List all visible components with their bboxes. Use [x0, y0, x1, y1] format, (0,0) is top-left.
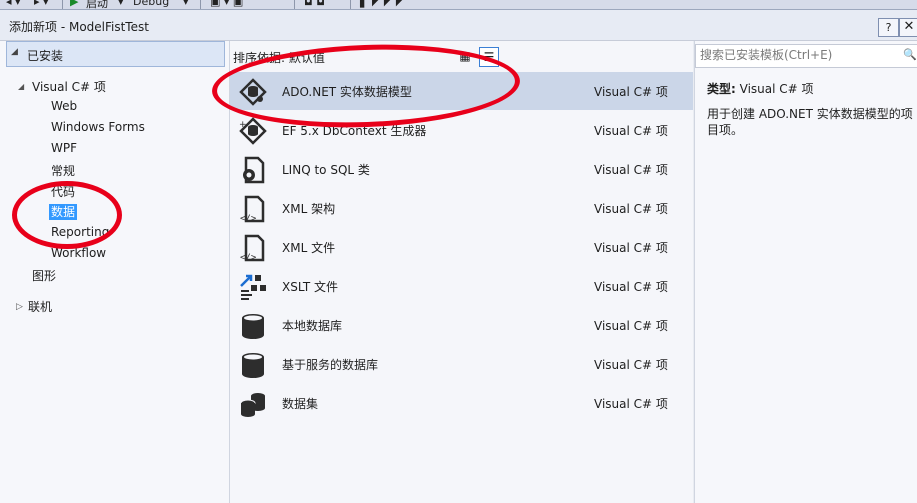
template-language: Visual C# 项: [594, 397, 668, 411]
collapse-arrow-icon[interactable]: ◢: [11, 47, 18, 57]
template-name: XSLT 文件: [282, 280, 339, 294]
template-description: 用于创建 ADO.NET 实体数据模型的项目项。: [707, 107, 913, 137]
template-name: 数据集: [282, 397, 319, 411]
grid-view-icon[interactable]: ▦: [456, 47, 474, 65]
back-icon[interactable]: ◂ ▾: [6, 0, 21, 8]
details-pane: 🔍 类型: Visual C# 项 用于创建 ADO.NET 实体数据模型的项目…: [694, 41, 917, 503]
dropdown-arrow-icon[interactable]: ▾: [183, 0, 189, 8]
tree-item-general[interactable]: 常规: [51, 162, 75, 179]
template-language: Visual C# 项: [594, 358, 668, 372]
forward-icon[interactable]: ▸ ▾: [34, 0, 49, 8]
template-name: 基于服务的数据库: [282, 358, 379, 372]
template-name: EF 5.x DbContext 生成器: [282, 124, 427, 138]
toolbar-separator: [62, 0, 63, 9]
xslt-file-icon: [240, 274, 266, 300]
type-value: Visual C# 项: [739, 82, 814, 96]
template-row[interactable]: + EF 5.x DbContext 生成器 Visual C# 项: [230, 111, 693, 149]
toolbar-separator: [350, 0, 351, 9]
tree-item-installed[interactable]: ◢ 已安装: [6, 41, 225, 67]
template-language: Visual C# 项: [594, 280, 668, 294]
toolbar-tool-icon[interactable]: ▣ ▾ ▣: [210, 0, 243, 8]
template-row[interactable]: 本地数据库 Visual C# 项: [230, 306, 693, 344]
dialog-title: 添加新项 - ModelFistTest: [9, 20, 149, 34]
dropdown-arrow-icon[interactable]: ▾: [118, 0, 124, 8]
tree-item-web[interactable]: Web: [51, 99, 77, 113]
sort-bar: 排序依据: 默认值 ▦ ☰: [230, 41, 693, 71]
toolbar-tool-icon[interactable]: ▌ ◤ ◤ ◤: [360, 0, 404, 8]
toolbar-tool-icon[interactable]: ◘ ◘: [304, 0, 325, 8]
toolbar-separator: [294, 0, 295, 9]
template-language: Visual C# 项: [594, 319, 668, 333]
tree-item-code[interactable]: 代码: [51, 183, 75, 200]
xml-file-icon: </>: [240, 234, 265, 263]
svg-text:</>: </>: [240, 253, 257, 263]
search-input[interactable]: [696, 45, 904, 65]
tree-item-reporting[interactable]: Reporting: [51, 225, 109, 239]
list-view-icon[interactable]: ☰: [479, 47, 499, 67]
search-icon[interactable]: 🔍: [903, 48, 917, 61]
template-name: ADO.NET 实体数据模型: [282, 85, 412, 99]
toolbar-separator: [200, 0, 201, 9]
type-label: 类型:: [707, 82, 736, 96]
entity-model-icon: [239, 78, 267, 106]
template-row[interactable]: LINQ to SQL 类 Visual C# 项: [230, 150, 693, 188]
tree-item-label: 已安装: [27, 49, 64, 63]
tree-item-workflow[interactable]: Workflow: [51, 246, 106, 260]
template-row[interactable]: </> XML 文件 Visual C# 项: [230, 228, 693, 266]
template-name: XML 架构: [282, 202, 336, 216]
template-language: Visual C# 项: [594, 124, 668, 138]
sort-dropdown[interactable]: 排序依据: 默认值: [233, 49, 325, 66]
service-database-icon: [242, 353, 264, 378]
tree-item-visual-csharp[interactable]: Visual C# 项: [32, 78, 106, 95]
expand-arrow-icon[interactable]: ▷: [16, 302, 23, 312]
help-button[interactable]: ?: [878, 18, 899, 37]
template-name: XML 文件: [282, 241, 336, 255]
local-database-icon: [242, 314, 264, 339]
template-name: LINQ to SQL 类: [282, 163, 370, 177]
dialog-titlebar: 添加新项 - ModelFistTest ? ✕: [0, 10, 917, 41]
ide-toolbar: ◂ ▾ ▸ ▾ ▶ 启动 ▾ Debug ▾ ▣ ▾ ▣ ◘ ◘ ▌ ◤ ◤ ◤: [0, 0, 917, 10]
play-icon[interactable]: ▶: [70, 0, 78, 8]
config-dropdown[interactable]: Debug: [133, 0, 169, 8]
linq-to-sql-icon: [243, 156, 265, 184]
dbcontext-generator-icon: +: [239, 117, 267, 145]
template-list-pane: 排序依据: 默认值 ▦ ☰ ADO.NET 实体数据模型 Visual C# 项…: [230, 41, 693, 503]
template-row[interactable]: </> XML 架构 Visual C# 项: [230, 189, 693, 227]
tree-item-online[interactable]: 联机: [28, 298, 52, 315]
xml-schema-icon: </>: [240, 195, 265, 224]
start-button[interactable]: 启动: [86, 0, 108, 9]
collapse-arrow-icon[interactable]: ◢: [18, 82, 24, 91]
tree-item-windows-forms[interactable]: Windows Forms: [51, 120, 145, 134]
template-language: Visual C# 项: [594, 241, 668, 255]
template-row[interactable]: ADO.NET 实体数据模型 Visual C# 项: [230, 72, 693, 110]
type-line: 类型: Visual C# 项: [707, 80, 814, 97]
close-button[interactable]: ✕: [899, 18, 917, 37]
svg-text:</>: </>: [240, 214, 257, 224]
template-language: Visual C# 项: [594, 163, 668, 177]
template-language: Visual C# 项: [594, 202, 668, 216]
svg-text:+: +: [239, 120, 247, 130]
template-row[interactable]: 数据集 Visual C# 项: [230, 384, 693, 422]
template-row[interactable]: 基于服务的数据库 Visual C# 项: [230, 345, 693, 383]
template-row[interactable]: XSLT 文件 Visual C# 项: [230, 267, 693, 305]
tree-item-data[interactable]: 数据: [49, 203, 78, 220]
search-box[interactable]: 🔍: [695, 44, 917, 68]
category-tree: ◢ 已安装 ◢ Visual C# 项 Web Windows Forms WP…: [0, 41, 230, 503]
template-language: Visual C# 项: [594, 85, 668, 99]
template-name: 本地数据库: [282, 319, 343, 333]
tree-item-graphics[interactable]: 图形: [32, 267, 56, 284]
tree-item-wpf[interactable]: WPF: [51, 141, 77, 155]
dataset-icon: [240, 393, 265, 417]
